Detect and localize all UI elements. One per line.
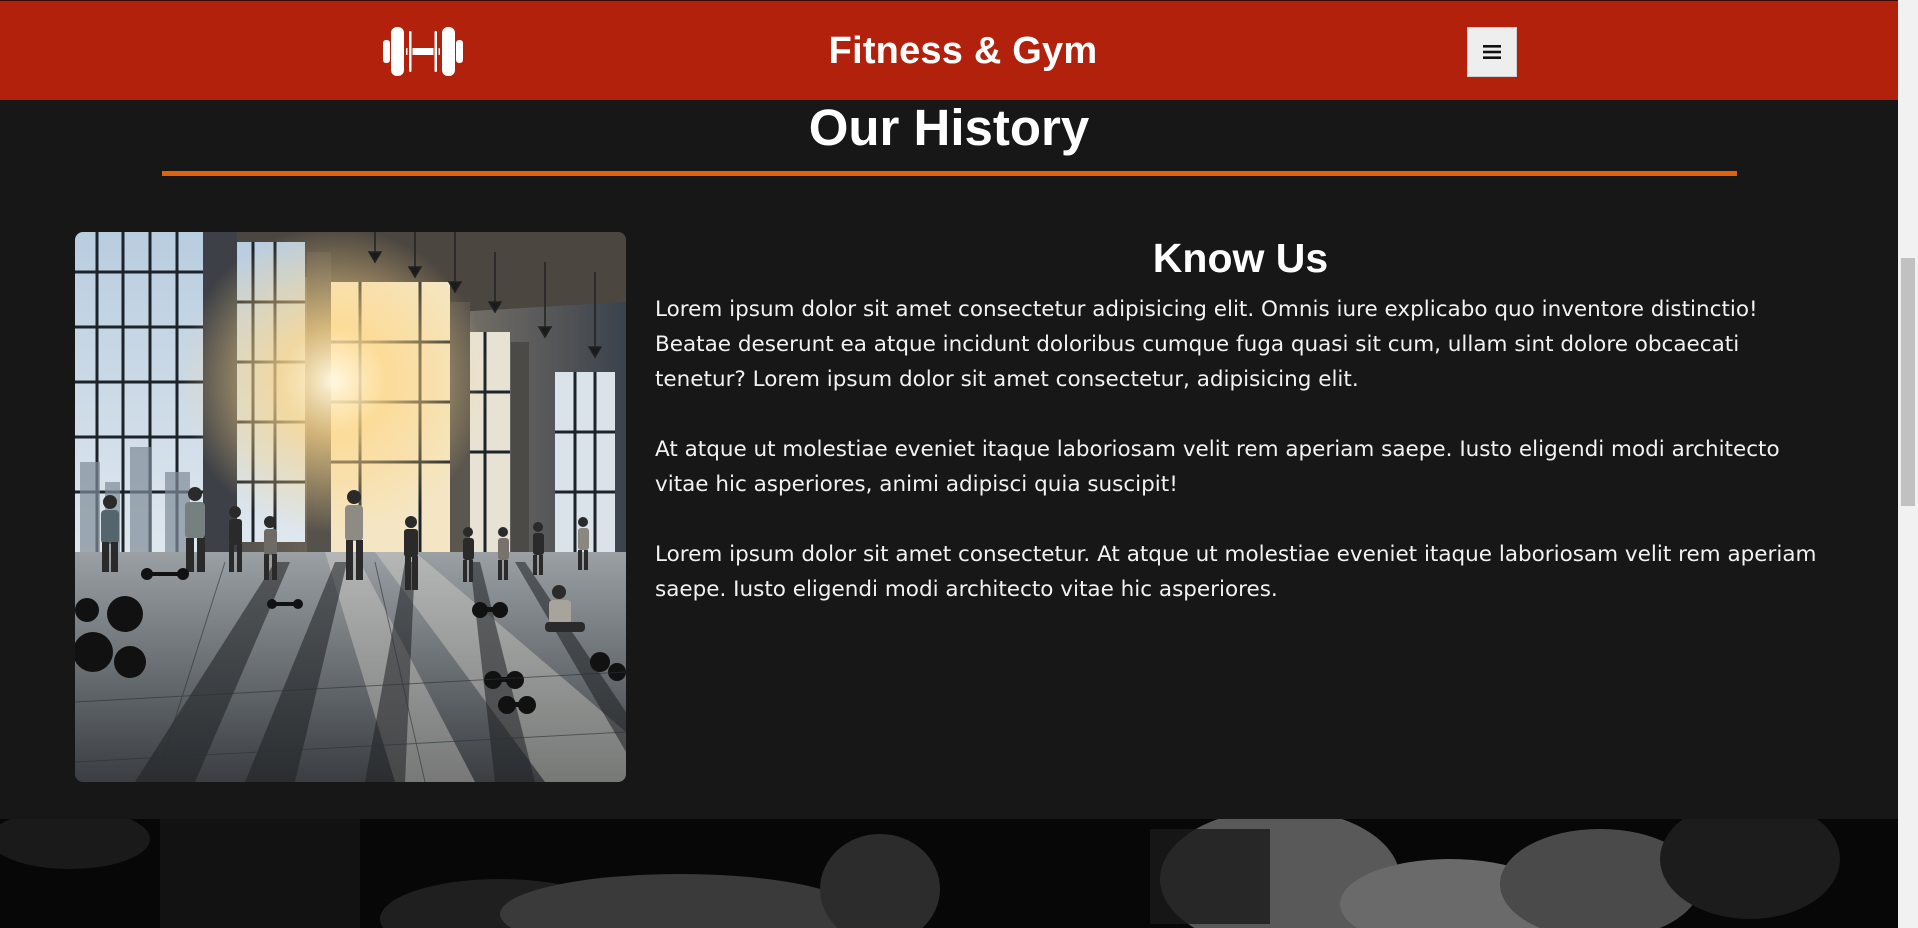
history-section: Our History Know Us Lorem ipsum dolor si… [0,100,1898,819]
hamburger-menu-icon [1483,45,1501,59]
vertical-scrollbar[interactable] [1898,0,1918,928]
scrollbar-thumb[interactable] [1901,258,1915,506]
history-paragraphs: Lorem ipsum dolor sit amet consectetur a… [655,292,1830,642]
section-divider [162,171,1737,176]
gym-photo [75,232,626,782]
page-content: Fitness & Gym Our History Know Us Lorem … [0,0,1898,928]
site-header: Fitness & Gym [0,0,1898,100]
site-title: Fitness & Gym [828,30,1098,72]
history-paragraph-1: Lorem ipsum dolor sit amet consectetur a… [655,297,1758,392]
history-title: Our History [808,99,1090,156]
history-paragraph-3: Lorem ipsum dolor sit amet consectetur. … [655,542,1817,602]
know-us-title: Know Us [1152,235,1329,281]
browser-viewport: Fitness & Gym Our History Know Us Lorem … [0,0,1918,928]
background-photo-strip [0,819,1898,928]
hamburger-menu-button[interactable] [1467,27,1517,77]
history-paragraph-2: At atque ut molestiae eveniet itaque lab… [655,437,1780,497]
